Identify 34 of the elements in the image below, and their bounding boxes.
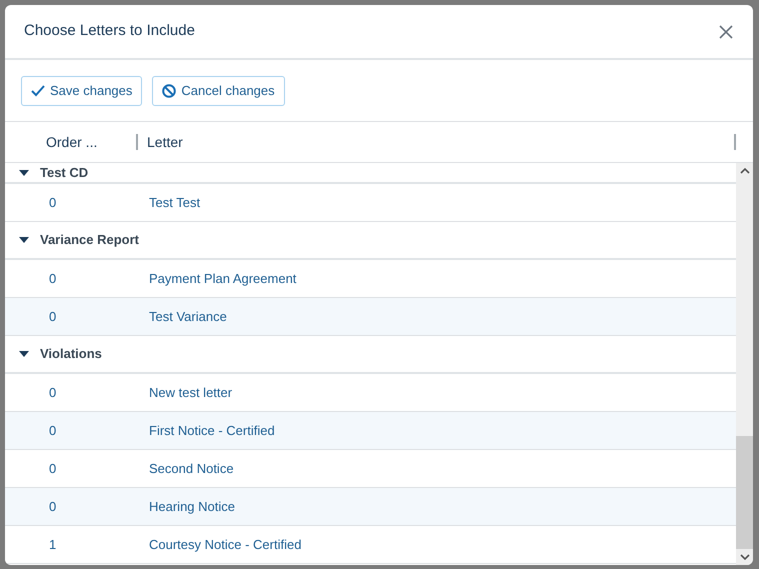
order-cell-text: 0 <box>48 460 58 478</box>
save-button[interactable]: Save changes <box>21 76 142 106</box>
letter-cell-text: Courtesy Notice - Certified <box>149 536 302 554</box>
close-icon[interactable] <box>718 24 734 40</box>
order-cell-text: 0 <box>48 308 58 326</box>
caret-down-icon <box>19 350 29 358</box>
order-cell-text: 0 <box>48 384 58 402</box>
order-cell-text: 0 <box>48 270 58 288</box>
column-header[interactable]: Letter <box>147 132 183 152</box>
check-icon <box>31 84 45 96</box>
column-header[interactable]: Order ... <box>46 132 98 152</box>
order-cell-text: 1 <box>48 536 58 554</box>
scrollbar[interactable] <box>736 163 753 565</box>
letter-cell-text: Second Notice <box>149 460 234 478</box>
table-row[interactable]: 0 Test Variance <box>5 298 736 336</box>
scroll-up-icon[interactable] <box>740 167 750 175</box>
table-row[interactable]: 0 First Notice - Certified <box>5 412 736 450</box>
scroll-down-icon[interactable] <box>740 553 750 561</box>
prohibited-icon <box>162 84 176 98</box>
scroll-thumb[interactable] <box>736 436 753 549</box>
cancel-button[interactable]: Cancel changes <box>152 76 285 106</box>
letter-cell-text: Payment Plan Agreement <box>149 270 296 288</box>
dialog-title: Choose Letters to Include <box>24 21 195 42</box>
letter-cell-text: Test Variance <box>149 308 227 326</box>
letter-cell-text: New test letter <box>149 384 232 402</box>
table-row[interactable]: 0 Hearing Notice <box>5 488 736 526</box>
order-cell-text: 0 <box>48 194 58 212</box>
caret-down-icon <box>19 236 29 244</box>
order-cell-text: 0 <box>48 498 58 516</box>
letter-cell-text: Hearing Notice <box>149 498 235 516</box>
order-cell-text: 0 <box>48 422 58 440</box>
letter-cell-text: First Notice - Certified <box>149 422 275 440</box>
caret-down-icon <box>19 168 29 176</box>
letter-cell-text: Test Test <box>149 194 200 212</box>
